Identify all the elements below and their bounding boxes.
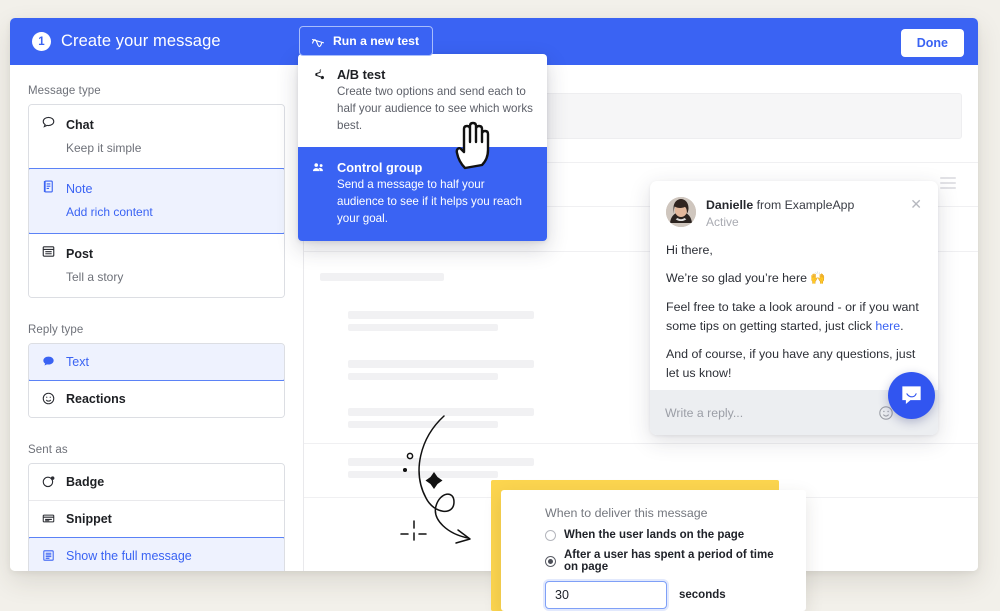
ghost-line-6 — [348, 360, 534, 368]
messenger-header: Danielle from ExampleApp Active ✕ — [650, 181, 938, 230]
ghost-line-7 — [348, 373, 498, 380]
smiley-icon — [41, 391, 56, 408]
run-new-test-label: Run a new test — [333, 34, 420, 48]
messenger-sender-name: Danielle — [706, 198, 754, 212]
delivery-option-time-spent[interactable]: After a user has spent a period of time … — [545, 549, 788, 573]
dropdown-ab-test-description: Create two options and send each to half… — [337, 85, 533, 132]
done-button[interactable]: Done — [900, 29, 964, 57]
ghost-line-5 — [348, 324, 498, 331]
dropdown-control-group-title: Control group — [337, 160, 423, 176]
reply-type-label: Reply type — [28, 324, 84, 337]
messenger-launcher-icon[interactable] — [888, 372, 935, 419]
screen-root: 1 Create your message Done Message type … — [0, 0, 1000, 611]
run-new-test-button[interactable]: Run a new test — [299, 26, 434, 56]
option-snippet[interactable]: Snippet — [29, 501, 284, 539]
page-title: Create your message — [61, 32, 221, 50]
messenger-inline-link[interactable]: here — [875, 319, 900, 333]
reply-type-group: Text Reactions — [28, 343, 285, 419]
message-type-label: Message type — [28, 85, 101, 97]
full-message-icon — [41, 548, 56, 565]
option-note-subtitle: Add rich content — [66, 205, 153, 220]
option-note[interactable]: Note Add rich content — [29, 168, 284, 235]
delivery-panel-title: When to deliver this message — [545, 506, 708, 520]
dropdown-ab-test-title: A/B test — [337, 67, 386, 82]
delivery-option-time-spent-label: After a user has spent a period of time … — [564, 549, 774, 573]
messenger-sender: Danielle from ExampleApp — [706, 197, 854, 214]
seconds-input[interactable] — [545, 581, 667, 609]
radio-unselected-icon — [545, 529, 556, 541]
ghost-line-3 — [320, 273, 444, 281]
close-icon[interactable]: ✕ — [910, 197, 922, 211]
badge-icon — [41, 474, 56, 491]
ghost-line-4 — [348, 311, 534, 319]
messenger-body: Hi there, We’re so glad you’re here 🙌 Fe… — [650, 230, 938, 383]
messenger-paragraph-3-post: . — [900, 318, 904, 333]
sent-as-label: Sent as — [28, 444, 68, 457]
option-post[interactable]: Post Tell a story — [29, 233, 284, 298]
option-full-message[interactable]: Show the full message — [29, 537, 284, 571]
option-text[interactable]: Text — [29, 344, 284, 382]
canvas-menu-icon[interactable] — [940, 177, 956, 192]
note-icon — [41, 179, 56, 196]
dropdown-item-control-group[interactable]: Control group Send a message to half you… — [298, 147, 547, 241]
test-type-dropdown: A/B test Create two options and send eac… — [298, 54, 547, 241]
option-text-title: Text — [66, 355, 89, 370]
option-post-title: Post — [66, 246, 94, 261]
config-sidebar: Message type Chat Keep it simple Note Ad… — [10, 65, 304, 571]
messenger-sender-suffix: from ExampleApp — [753, 198, 855, 212]
option-post-subtitle: Tell a story — [66, 269, 124, 284]
option-full-message-title: Show the full message — [66, 549, 192, 564]
share-icon — [312, 68, 326, 134]
radio-selected-icon — [545, 555, 556, 567]
option-reactions[interactable]: Reactions — [29, 381, 284, 418]
chat-bubble-icon — [41, 115, 56, 132]
messenger-paragraph-4: And of course, if you have any questions… — [666, 347, 916, 380]
filled-bubble-icon — [41, 354, 56, 371]
option-reactions-title: Reactions — [66, 392, 126, 407]
sent-as-group: Badge Snippet Show the full message — [28, 463, 285, 571]
option-badge[interactable]: Badge — [29, 464, 284, 502]
option-note-title: Note — [66, 182, 93, 197]
messenger-paragraph-2: We’re so glad you’re here 🙌 — [666, 271, 826, 286]
people-icon — [312, 161, 326, 227]
option-snippet-title: Snippet — [66, 512, 112, 527]
delivery-settings-panel: When to deliver this message When the us… — [501, 490, 806, 611]
reply-input[interactable]: Write a reply... — [665, 406, 743, 420]
step-number-badge: 1 — [32, 32, 51, 51]
seconds-unit-label: seconds — [679, 589, 726, 601]
option-chat-title: Chat — [66, 118, 94, 132]
messenger-paragraph-1: Hi there, — [666, 242, 713, 257]
delivery-option-lands[interactable]: When the user lands on the page — [545, 529, 788, 541]
post-icon — [41, 244, 56, 261]
trend-line-icon — [311, 34, 325, 48]
delivery-option-lands-label: When the user lands on the page — [564, 529, 745, 541]
message-type-group: Chat Keep it simple Note Add rich conten… — [28, 104, 285, 299]
option-badge-title: Badge — [66, 475, 105, 490]
messenger-status: Active — [706, 214, 739, 229]
messenger-paragraph-3: Feel free to take a look around - or if … — [666, 298, 922, 335]
option-chat[interactable]: Chat Keep it simple — [29, 105, 284, 170]
snippet-icon — [41, 511, 56, 528]
option-chat-subtitle: Keep it simple — [66, 140, 142, 155]
avatar — [666, 197, 696, 227]
dropdown-item-ab-test[interactable]: A/B test Create two options and send eac… — [298, 54, 547, 147]
dropdown-control-group-description: Send a message to half your audience to … — [337, 178, 522, 225]
